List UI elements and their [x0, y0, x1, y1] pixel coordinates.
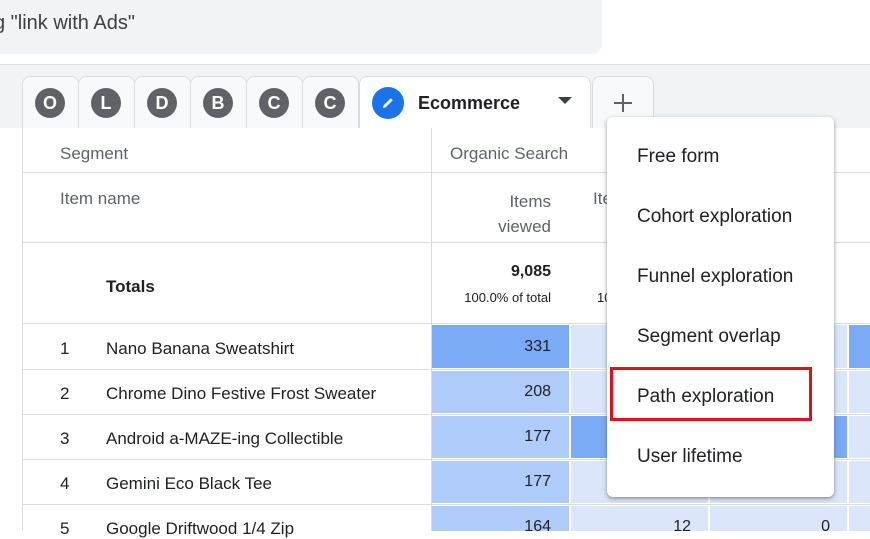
menu-item-user-lifetime[interactable]: User lifetime: [607, 427, 834, 487]
items-viewed-value: 177: [524, 473, 551, 490]
plus-icon: [614, 93, 632, 112]
segment-tab-4[interactable]: B: [190, 76, 247, 128]
menu-item-label: Segment overlap: [637, 326, 781, 347]
row-index: 2: [60, 384, 70, 403]
chevron-down-icon[interactable]: [558, 97, 572, 104]
totals-percent: 100.0% of total: [464, 290, 551, 305]
item-name[interactable]: Google Driftwood 1/4 Zip: [106, 519, 294, 539]
menu-item-segment-overlap[interactable]: Segment overlap: [607, 307, 834, 367]
menu-item-free-form[interactable]: Free form: [607, 127, 834, 187]
row-index: 4: [60, 474, 70, 493]
totals-value: 9,085: [510, 263, 551, 280]
segment-tab-badge: C: [259, 88, 289, 118]
items-viewed-header-line: viewed: [498, 217, 551, 236]
menu-item-label: Cohort exploration: [637, 206, 793, 227]
segment-header: Segment: [60, 144, 129, 163]
heat-cell: [849, 325, 870, 368]
heat-cell: [849, 416, 870, 458]
items-viewed-value: 331: [524, 338, 551, 355]
divider: [23, 504, 870, 505]
row-index: 5: [60, 519, 70, 538]
tab-label: Ecommerce: [418, 93, 521, 113]
segment-tab-5[interactable]: C: [246, 76, 303, 128]
segment-tab-badge: C: [315, 88, 345, 118]
segment-tab-2[interactable]: L: [78, 76, 135, 128]
menu-item-label: Funnel exploration: [637, 266, 794, 287]
item-name-header[interactable]: Item name: [60, 189, 140, 209]
item-name[interactable]: Chrome Dino Festive Frost Sweater: [106, 384, 376, 404]
row-index: 3: [60, 429, 70, 448]
pencil-icon: [372, 87, 404, 119]
menu-item-label: User lifetime: [637, 446, 743, 467]
heat-cell: [849, 506, 870, 531]
segment-tab-3[interactable]: D: [134, 76, 191, 128]
items-viewed-value: 208: [524, 383, 551, 400]
search-text: g "link with Ads": [0, 12, 135, 34]
menu-item-label: Free form: [637, 146, 720, 167]
totals-label: Totals: [106, 277, 155, 296]
highlight-box: [610, 367, 812, 421]
segment-tab-badge: D: [147, 88, 177, 118]
item-name[interactable]: Gemini Eco Black Tee: [106, 474, 272, 494]
metric2-value: 12: [673, 518, 691, 535]
segment-tab-badge: B: [203, 88, 233, 118]
menu-item-funnel-exploration[interactable]: Funnel exploration: [607, 247, 834, 307]
row-index: 1: [60, 339, 70, 358]
segment-tab-6[interactable]: C: [302, 76, 359, 128]
segment-tab-1[interactable]: O: [22, 76, 79, 128]
heat-cell: [849, 461, 870, 503]
new-exploration-menu: Free form Cohort exploration Funnel expl…: [607, 117, 834, 497]
metric3-value: 0: [821, 518, 830, 535]
items-viewed-header[interactable]: Items viewed: [431, 189, 551, 239]
item-name[interactable]: Nano Banana Sweatshirt: [106, 339, 294, 359]
tab-ecommerce[interactable]: Ecommerce: [359, 76, 591, 129]
segment-tab-badge: L: [91, 88, 121, 118]
items-viewed-value: 177: [524, 428, 551, 445]
menu-item-cohort-exploration[interactable]: Cohort exploration: [607, 187, 834, 247]
item-name[interactable]: Android a-MAZE-ing Collectible: [106, 429, 343, 449]
segment-tab-badge: O: [35, 88, 65, 118]
heat-cell: [849, 371, 870, 413]
items-viewed-value: 164: [524, 518, 551, 535]
segment-value: Organic Search: [450, 144, 569, 163]
items-viewed-header-line: Items: [509, 192, 551, 211]
